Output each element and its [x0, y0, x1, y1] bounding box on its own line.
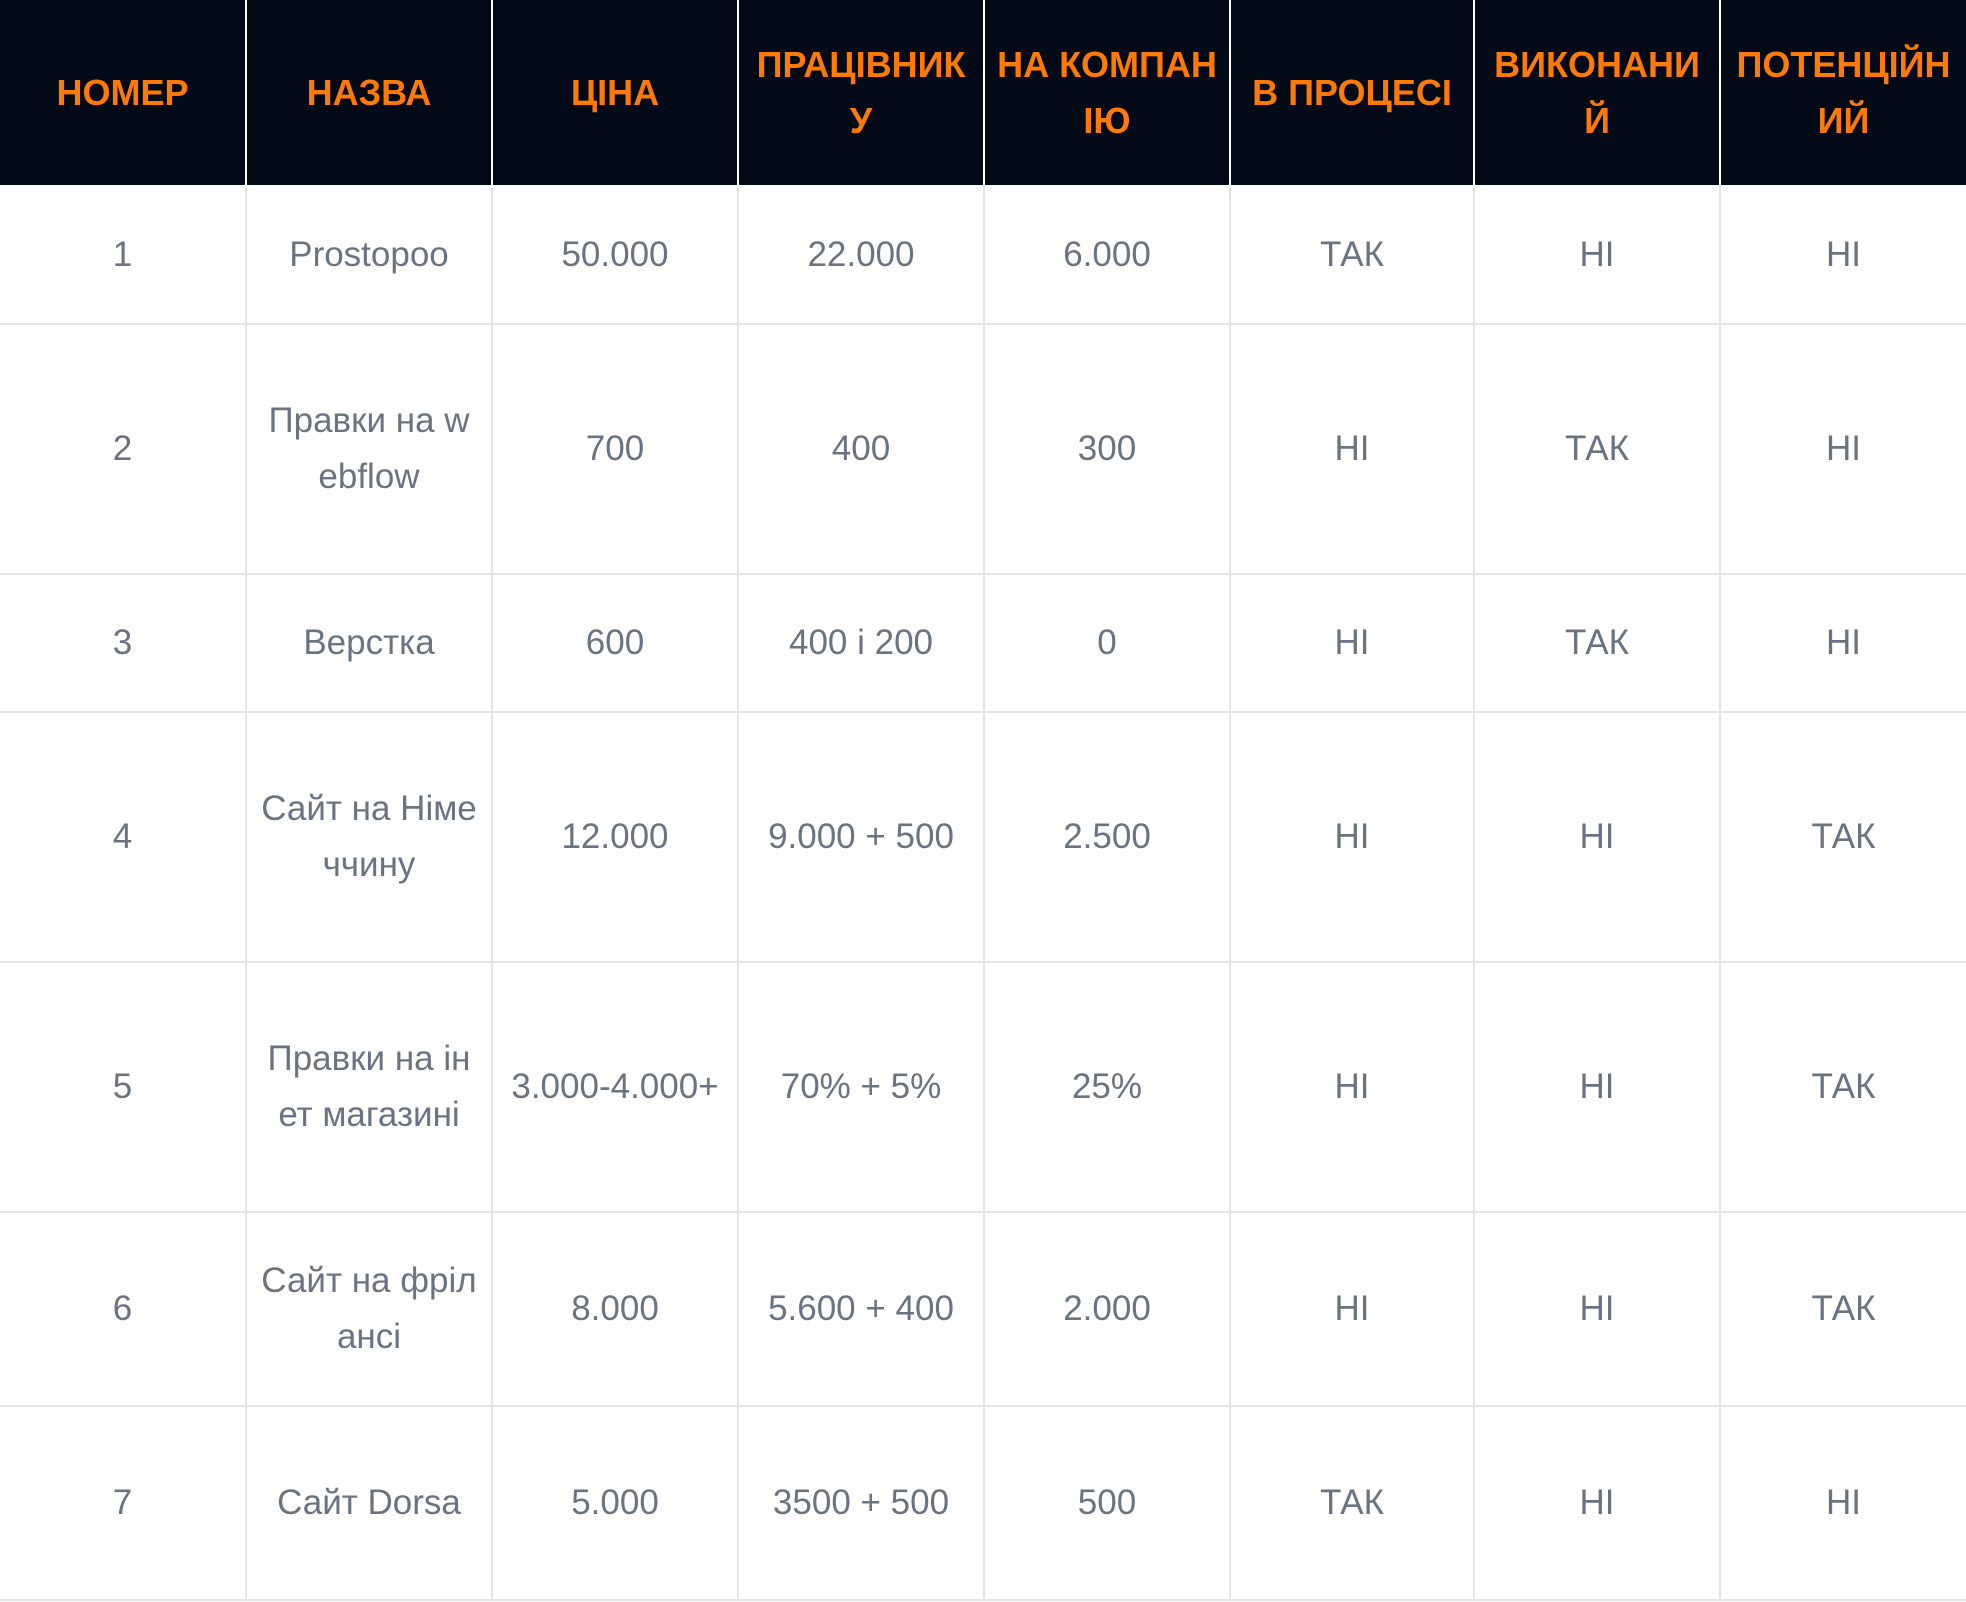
projects-table: НОМЕР НАЗВА ЦІНА ПРАЦІВНИКУ НА КОМПАНІЮ … [0, 0, 1966, 1601]
cell-in-progress: НІ [1230, 962, 1475, 1213]
cell-number: 2 [0, 324, 247, 575]
cell-in-progress: НІ [1230, 712, 1475, 963]
cell-price: 600 [492, 574, 739, 713]
cell-price: 3.000-4.000+ [492, 962, 739, 1213]
cell-potential: ТАК [1720, 1212, 1966, 1407]
cell-to-worker: 22.000 [738, 186, 985, 325]
cell-completed: НІ [1474, 962, 1721, 1213]
table-row: 4 Сайт на Німеччину 12.000 9.000 + 500 2… [0, 712, 1966, 963]
cell-price: 5.000 [492, 1406, 739, 1601]
cell-name: Правки на інет магазині [246, 962, 493, 1213]
cell-potential: НІ [1720, 1406, 1966, 1601]
table-row: 5 Правки на інет магазині 3.000-4.000+ 7… [0, 962, 1966, 1213]
cell-number: 7 [0, 1406, 247, 1601]
cell-to-company: 25% [984, 962, 1231, 1213]
table-row: 2 Правки на webflow 700 400 300 НІ ТАК Н… [0, 324, 1966, 575]
cell-potential: НІ [1720, 324, 1966, 575]
table-header-row: НОМЕР НАЗВА ЦІНА ПРАЦІВНИКУ НА КОМПАНІЮ … [0, 0, 1966, 187]
cell-in-progress: НІ [1230, 1212, 1475, 1407]
cell-in-progress: ТАК [1230, 1406, 1475, 1601]
cell-to-worker: 3500 + 500 [738, 1406, 985, 1601]
column-header-number: НОМЕР [0, 0, 247, 187]
cell-in-progress: НІ [1230, 574, 1475, 713]
cell-name: Правки на webflow [246, 324, 493, 575]
column-header-name: НАЗВА [246, 0, 493, 187]
cell-completed: НІ [1474, 1406, 1721, 1601]
cell-to-company: 2.500 [984, 712, 1231, 963]
cell-to-company: 6.000 [984, 186, 1231, 325]
cell-potential: ТАК [1720, 712, 1966, 963]
column-header-to-worker: ПРАЦІВНИКУ [738, 0, 985, 187]
cell-price: 8.000 [492, 1212, 739, 1407]
cell-to-company: 0 [984, 574, 1231, 713]
cell-potential: НІ [1720, 574, 1966, 713]
cell-to-worker: 400 [738, 324, 985, 575]
table-row: 6 Сайт на фрілансі 8.000 5.600 + 400 2.0… [0, 1212, 1966, 1407]
cell-completed: НІ [1474, 712, 1721, 963]
cell-to-worker: 70% + 5% [738, 962, 985, 1213]
table-row: 1 Prostopoo 50.000 22.000 6.000 ТАК НІ Н… [0, 186, 1966, 325]
cell-in-progress: НІ [1230, 324, 1475, 575]
table-row: 7 Сайт Dorsa 5.000 3500 + 500 500 ТАК НІ… [0, 1406, 1966, 1601]
cell-number: 1 [0, 186, 247, 325]
cell-completed: НІ [1474, 1212, 1721, 1407]
cell-to-company: 300 [984, 324, 1231, 575]
column-header-to-company: НА КОМПАНІЮ [984, 0, 1231, 187]
table-row: 3 Верстка 600 400 і 200 0 НІ ТАК НІ [0, 574, 1966, 713]
cell-to-worker: 5.600 + 400 [738, 1212, 985, 1407]
cell-to-company: 2.000 [984, 1212, 1231, 1407]
cell-price: 50.000 [492, 186, 739, 325]
cell-potential: НІ [1720, 186, 1966, 325]
cell-number: 5 [0, 962, 247, 1213]
column-header-price: ЦІНА [492, 0, 739, 187]
cell-name: Сайт Dorsa [246, 1406, 493, 1601]
cell-number: 4 [0, 712, 247, 963]
cell-completed: НІ [1474, 186, 1721, 325]
column-header-potential: ПОТЕНЦІЙНИЙ [1720, 0, 1966, 187]
cell-name: Prostopoo [246, 186, 493, 325]
cell-name: Сайт на фрілансі [246, 1212, 493, 1407]
cell-number: 6 [0, 1212, 247, 1407]
cell-price: 12.000 [492, 712, 739, 963]
cell-completed: ТАК [1474, 574, 1721, 713]
cell-potential: ТАК [1720, 962, 1966, 1213]
cell-to-company: 500 [984, 1406, 1231, 1601]
cell-to-worker: 400 і 200 [738, 574, 985, 713]
cell-to-worker: 9.000 + 500 [738, 712, 985, 963]
cell-name: Верстка [246, 574, 493, 713]
cell-price: 700 [492, 324, 739, 575]
column-header-in-progress: В ПРОЦЕСІ [1230, 0, 1475, 187]
cell-in-progress: ТАК [1230, 186, 1475, 325]
cell-completed: ТАК [1474, 324, 1721, 575]
column-header-completed: ВИКОНАНИЙ [1474, 0, 1721, 187]
cell-number: 3 [0, 574, 247, 713]
cell-name: Сайт на Німеччину [246, 712, 493, 963]
